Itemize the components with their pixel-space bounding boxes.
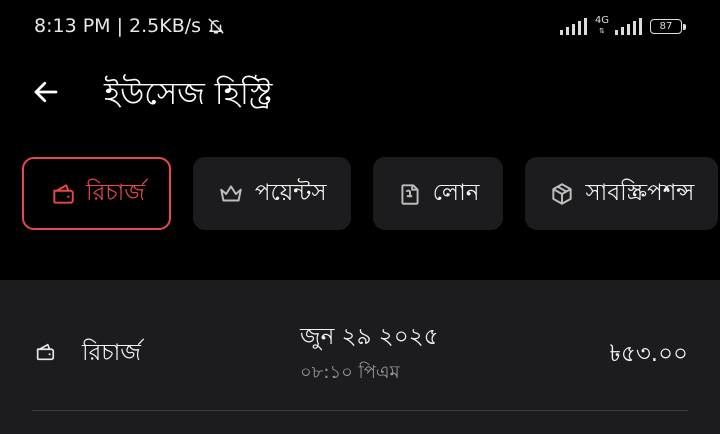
box-icon bbox=[552, 182, 573, 205]
transaction-time: ০৮:১০ পিএম bbox=[300, 362, 400, 383]
tab-label: লোন bbox=[432, 180, 480, 206]
tab-loan[interactable]: লোন bbox=[372, 157, 504, 230]
status-left: 8:13 PM | 2.5KB/s bbox=[34, 15, 225, 37]
app-bar: ইউসেজ হিস্ট্রি bbox=[0, 56, 720, 128]
back-button[interactable] bbox=[26, 72, 66, 112]
bell-off-icon bbox=[208, 18, 224, 34]
tab-recharge[interactable]: রিচার্জ bbox=[22, 157, 171, 230]
wallet-icon bbox=[53, 183, 74, 204]
transaction-type: রিচার্জ bbox=[82, 340, 141, 366]
tab-label: সাবস্ক্রিপশন্স bbox=[585, 180, 695, 206]
transaction-list: রিচার্জ জুন ২৯ ২০২৫ ০৮:১০ পিএম ৳৫৩.০০ bbox=[0, 280, 720, 434]
arrow-left-icon bbox=[34, 81, 58, 103]
status-right: 4G ⇅ 87 bbox=[559, 16, 686, 36]
signal-icon bbox=[559, 17, 587, 35]
network-type: 4G bbox=[594, 15, 609, 26]
tab-label: পয়েন্টস bbox=[254, 180, 327, 206]
category-tabs: রিচার্জ পয়েন্টস লোন সাবস্ক্রিপশন্স bbox=[22, 157, 719, 230]
transaction-amount: ৳৫৩.০০ bbox=[609, 341, 688, 367]
signal-icon-2 bbox=[615, 17, 642, 35]
tab-subscriptions[interactable]: সাবস্ক্রিপশন্স bbox=[525, 157, 719, 230]
data-arrows-icon: ⇅ bbox=[599, 27, 605, 35]
tab-points[interactable]: পয়েন্টস bbox=[192, 157, 351, 230]
crown-icon bbox=[220, 184, 242, 201]
transaction-date: জুন ২৯ ২০২৫ bbox=[300, 324, 439, 350]
status-bar: 8:13 PM | 2.5KB/s 4G ⇅ 87 bbox=[0, 0, 720, 54]
wallet-icon bbox=[36, 343, 55, 361]
network-indicator: 4G ⇅ bbox=[595, 16, 609, 36]
transaction-row[interactable]: রিচার্জ জুন ২৯ ২০২৫ ০৮:১০ পিএম ৳৫৩.০০ bbox=[32, 280, 688, 411]
page-title: ইউসেজ হিস্ট্রি bbox=[104, 76, 273, 112]
battery-level: 87 bbox=[659, 20, 673, 32]
tab-label: রিচার্জ bbox=[86, 180, 145, 206]
battery-icon: 87 bbox=[650, 18, 686, 34]
loan-icon bbox=[401, 183, 419, 205]
status-time-speed: 8:13 PM | 2.5KB/s bbox=[34, 15, 202, 37]
